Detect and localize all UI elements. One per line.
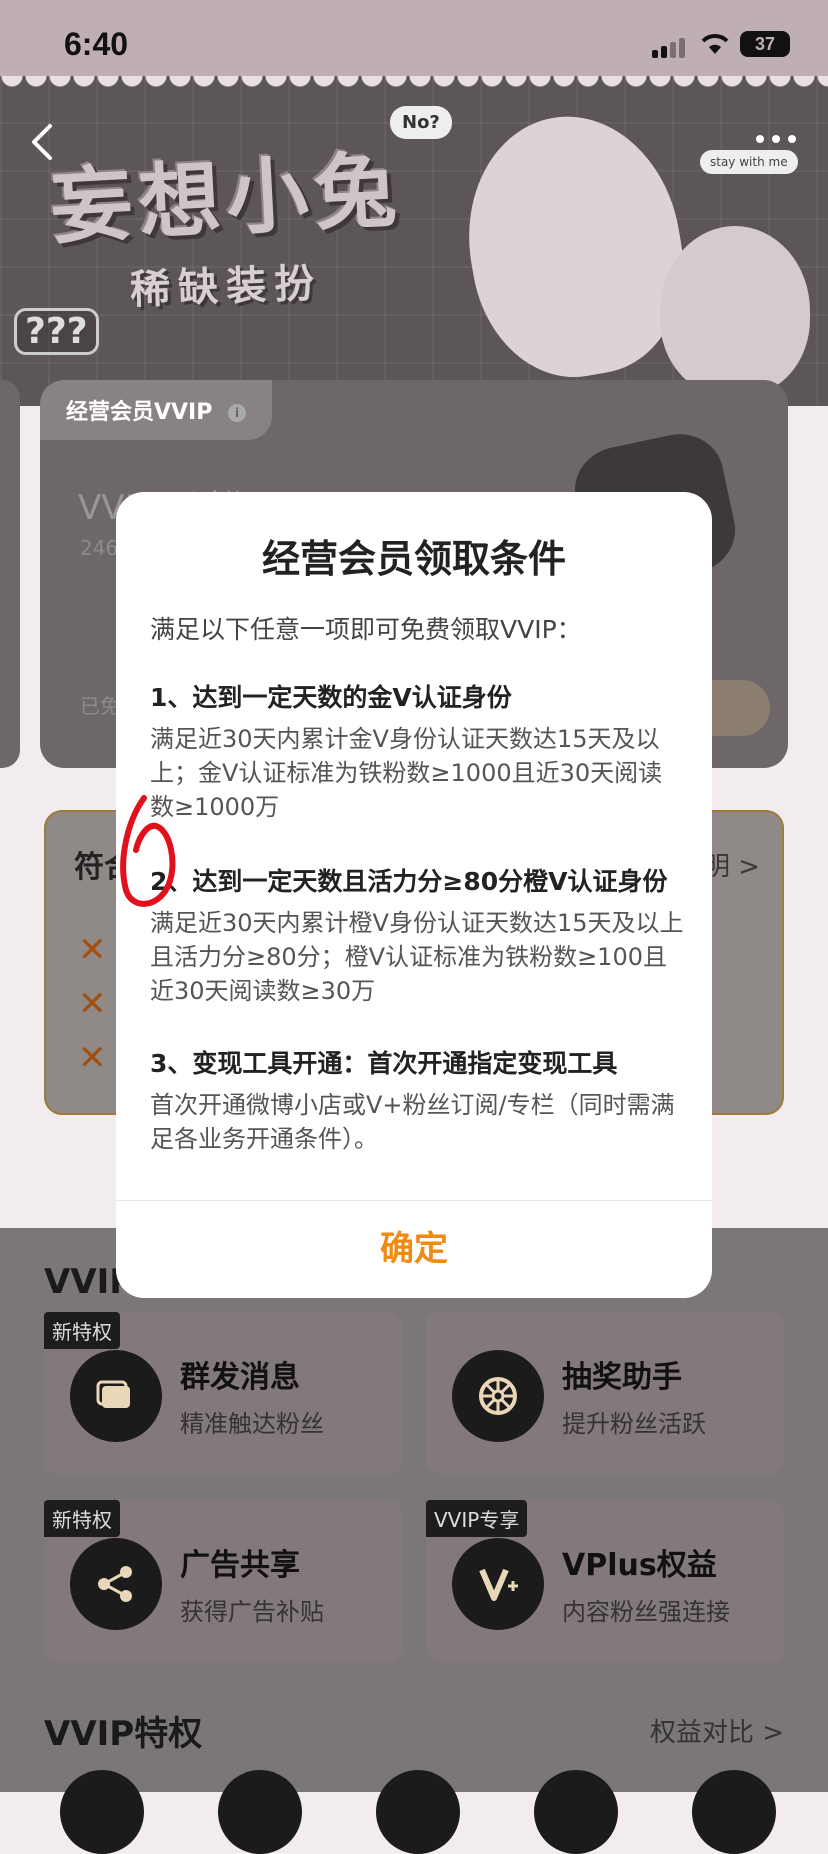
condition-heading: 3、变现工具开通：首次开通指定变现工具: [150, 1049, 618, 1078]
banner-title: 妄想小兔: [48, 142, 405, 257]
lace-trim: [0, 76, 828, 96]
status-bar: 6:40 37: [0, 0, 828, 76]
red-circle-annotation: [120, 795, 176, 907]
dialog-intro: 满足以下任意一项即可免费领取VVIP：: [150, 615, 582, 644]
cross-icon: ✕: [78, 984, 107, 1024]
member-tag-label: 经营会员VVIP: [66, 400, 213, 425]
new-privilege-badge: 新特权: [44, 1312, 120, 1349]
privilege-icon[interactable]: [376, 1770, 460, 1854]
status-time: 6:40: [64, 26, 129, 62]
privilege-subtitle: 获得广告补贴: [180, 1598, 324, 1626]
bunny-small-illustration: [660, 226, 810, 396]
new-privilege-badge: 新特权: [44, 1500, 120, 1537]
privilege-title: VPlus权益: [562, 1548, 717, 1583]
wheel-icon: [452, 1350, 544, 1442]
privilege-title: 抽奖助手: [562, 1360, 682, 1395]
condition-heading: 2、达到一定天数且活力分≥80分橙V认证身份: [150, 867, 668, 896]
speech-bubble: No?: [390, 106, 452, 139]
section-title: VVIP特权: [44, 1714, 203, 1754]
dialog-title: 经营会员领取条件: [261, 537, 566, 581]
member-tag: 经营会员VVIP i: [40, 380, 273, 440]
compare-link[interactable]: 权益对比 >: [650, 1712, 784, 1749]
banner: 妄想小兔 稀缺装扮 No? stay with me ???: [0, 76, 828, 406]
condition-body: 满足近30天内累计金V身份认证天数达15天及以上；金V认证标准为铁粉数≥1000…: [150, 725, 663, 821]
back-icon[interactable]: [20, 118, 68, 166]
confirm-button[interactable]: 确定: [116, 1200, 712, 1298]
info-icon[interactable]: i: [228, 404, 247, 422]
privilege-icon[interactable]: [60, 1770, 144, 1854]
banner-subtitle: 稀缺装扮: [129, 260, 323, 314]
cross-icon: ✕: [78, 930, 107, 970]
condition-body: 满足近30天内累计橙V身份认证天数达15天及以上且活力分≥80分；橙V认证标准为…: [150, 909, 684, 1005]
wifi-icon: [701, 34, 729, 54]
privilege-subtitle: 提升粉丝活跃: [562, 1410, 706, 1438]
vvip-exclusive-badge: VVIP专享: [426, 1500, 528, 1537]
vplus-icon: [452, 1538, 544, 1630]
privilege-subtitle: 内容粉丝强连接: [562, 1598, 730, 1626]
privilege-icon[interactable]: [218, 1770, 302, 1854]
member-id: 246: [80, 536, 119, 560]
privilege-icon[interactable]: [534, 1770, 618, 1854]
question-tag: ???: [14, 308, 99, 355]
privilege-card[interactable]: 抽奖助手 提升粉丝活跃: [426, 1312, 784, 1474]
cross-icon: ✕: [78, 1038, 107, 1078]
condition-heading: 1、达到一定天数的金V认证身份: [150, 683, 512, 712]
condition-card-link[interactable]: 明 >: [704, 846, 760, 883]
side-card-peek: [0, 380, 20, 768]
battery-icon: 37: [740, 31, 790, 57]
cellular-signal-icon: [652, 36, 688, 58]
message-icon: [70, 1350, 162, 1442]
condition-body: 首次开通微博小店或V+粉丝订阅/专栏（同时需满足各业务开通条件）。: [150, 1091, 675, 1153]
conditions-dialog: 经营会员领取条件 满足以下任意一项即可免费领取VVIP： 1、达到一定天数的金V…: [116, 492, 712, 1298]
privilege-title: 群发消息: [180, 1360, 300, 1395]
share-icon: [70, 1538, 162, 1630]
privilege-icon[interactable]: [692, 1770, 776, 1854]
privilege-title: 广告共享: [180, 1548, 300, 1583]
more-icon[interactable]: [752, 124, 800, 154]
privilege-subtitle: 精准触达粉丝: [180, 1410, 324, 1438]
member-claimed-text: 已免: [80, 694, 120, 718]
